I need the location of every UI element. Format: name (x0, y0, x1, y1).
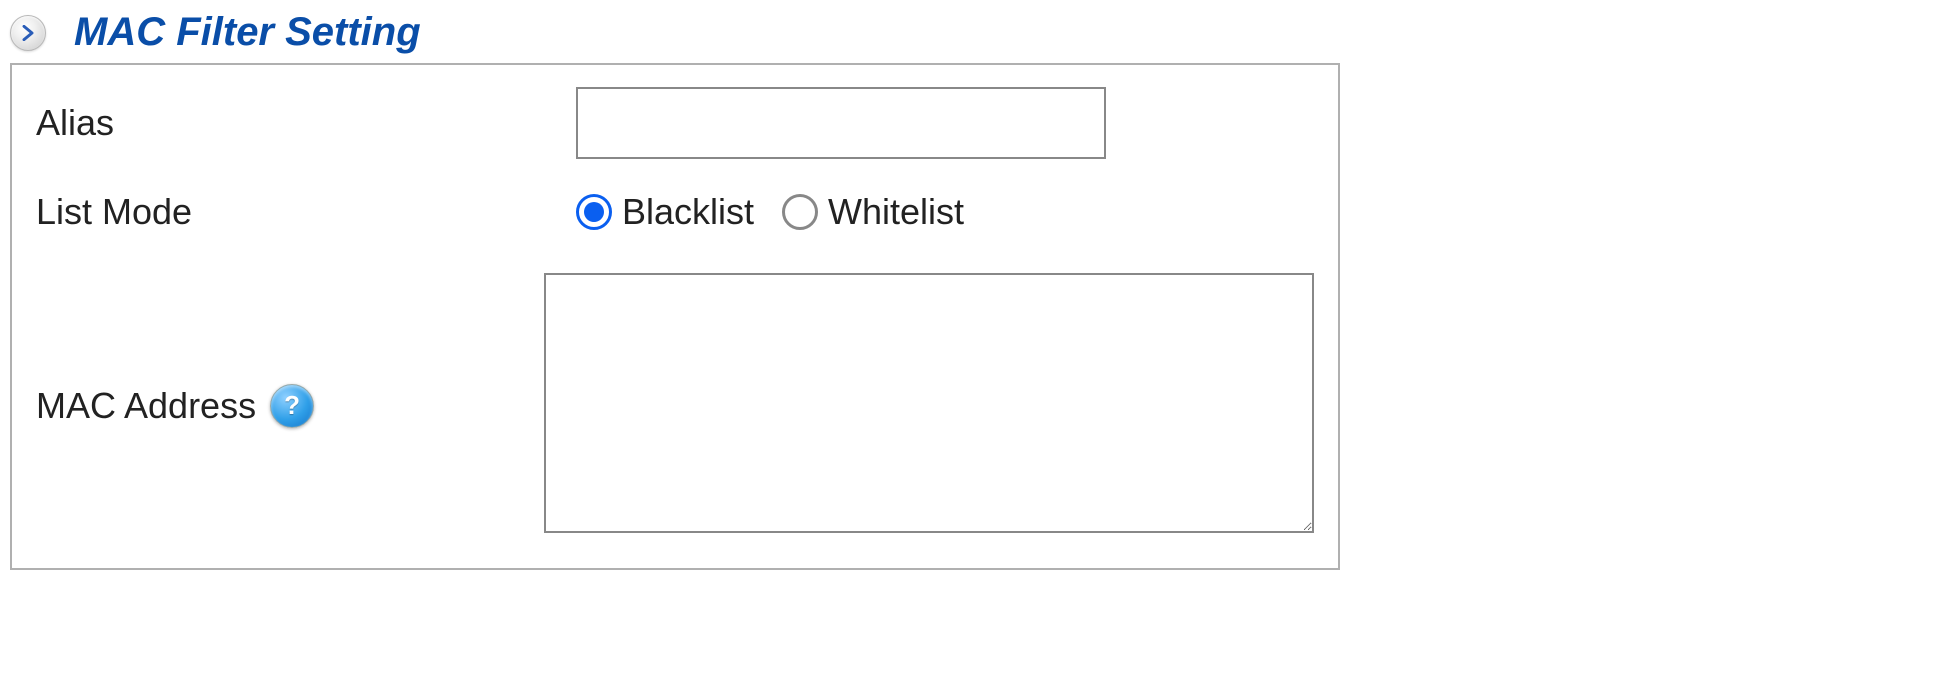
section-title: MAC Filter Setting (74, 10, 421, 55)
alias-input[interactable] (576, 87, 1106, 159)
chevron-right-icon[interactable] (10, 15, 46, 51)
mac-address-label: MAC Address (36, 385, 256, 427)
radio-whitelist-label: Whitelist (828, 191, 964, 233)
list-mode-radio-group: Blacklist Whitelist (576, 191, 1314, 233)
form-box: Alias List Mode Blacklist Whitelist (10, 63, 1340, 570)
list-mode-field: Blacklist Whitelist (576, 191, 1314, 233)
alias-field (576, 87, 1314, 159)
mac-address-field (544, 273, 1314, 538)
radio-blacklist-circle (576, 194, 612, 230)
radio-blacklist[interactable]: Blacklist (576, 191, 754, 233)
row-mac-address: MAC Address ? (12, 249, 1338, 568)
section-header: MAC Filter Setting (10, 10, 1927, 55)
help-icon[interactable]: ? (270, 384, 314, 428)
mac-address-textarea[interactable] (544, 273, 1314, 533)
row-list-mode: List Mode Blacklist Whitelist (12, 175, 1338, 249)
row-alias: Alias (12, 65, 1338, 175)
help-icon-symbol: ? (284, 390, 300, 421)
radio-blacklist-label: Blacklist (622, 191, 754, 233)
radio-blacklist-dot (584, 202, 604, 222)
radio-whitelist-circle (782, 194, 818, 230)
alias-label: Alias (36, 102, 576, 144)
radio-whitelist[interactable]: Whitelist (782, 191, 964, 233)
list-mode-label: List Mode (36, 191, 576, 233)
mac-address-label-wrap: MAC Address ? (36, 384, 544, 428)
chevron-right-svg (21, 25, 35, 41)
